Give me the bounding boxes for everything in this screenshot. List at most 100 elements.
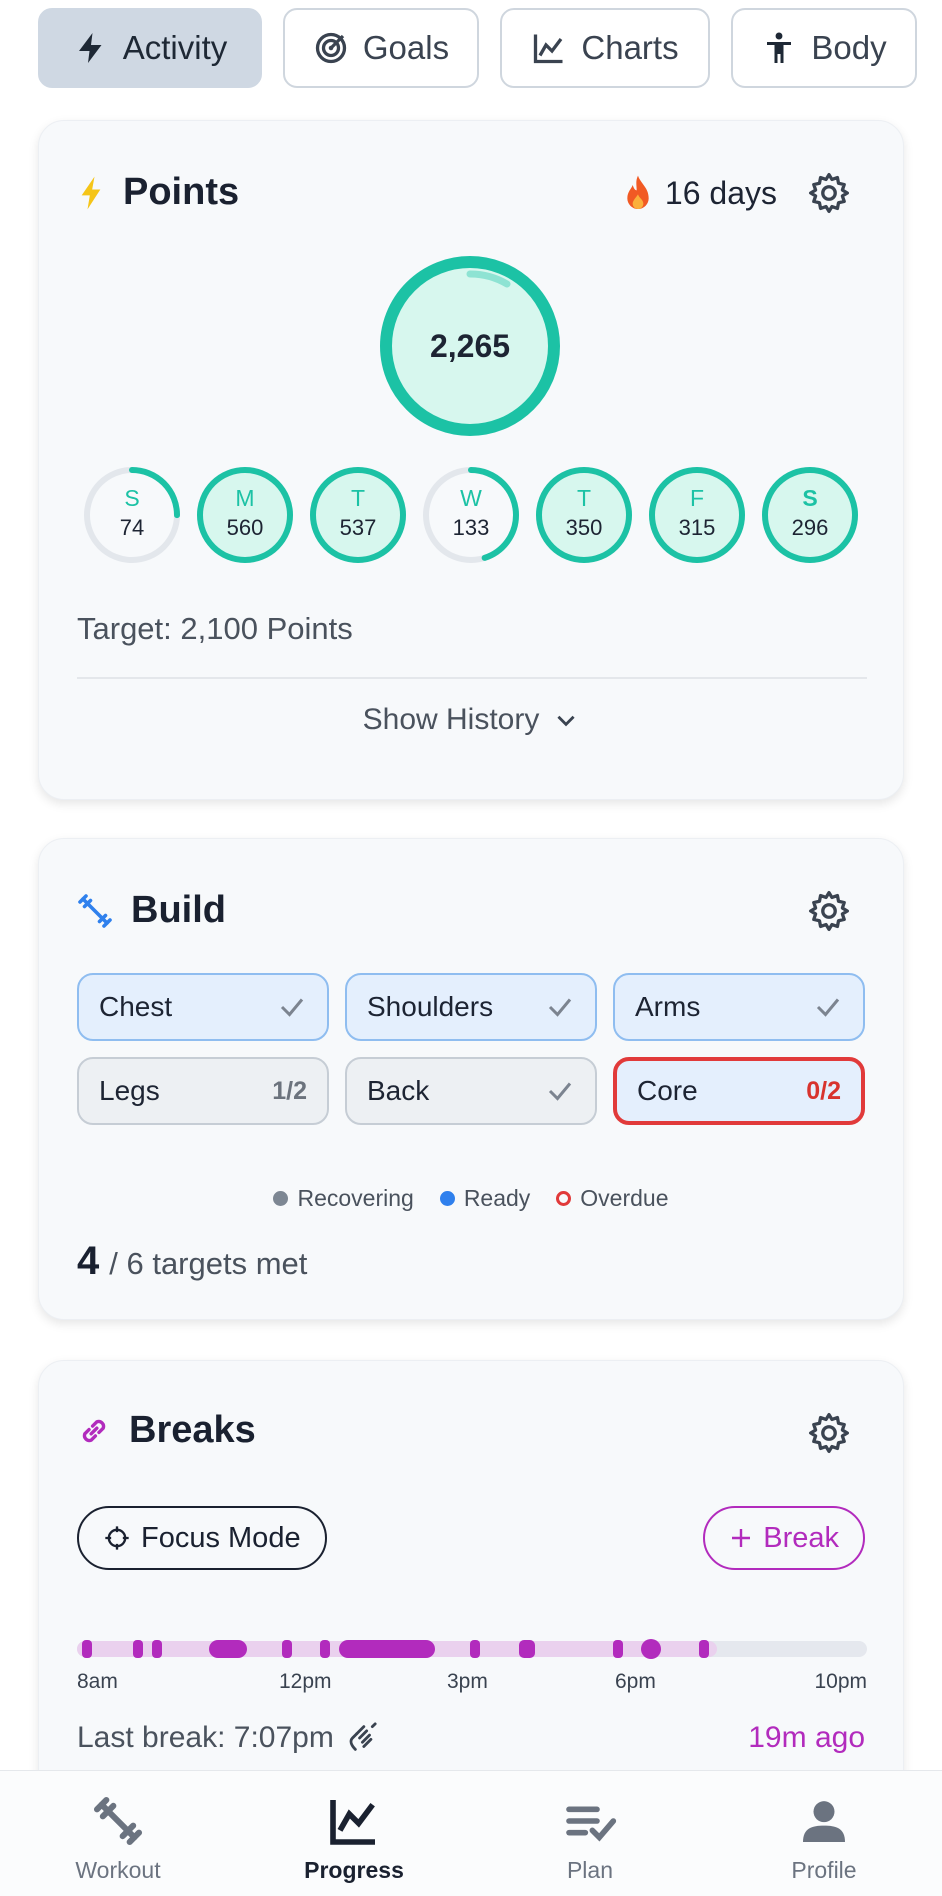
streak-text: 16 days [664, 174, 777, 211]
build-title: Build [131, 889, 226, 931]
timeline-label: 10pm [814, 1670, 867, 1693]
last-break-ago: 19m ago [748, 1721, 865, 1754]
legend-recovering-label: Recovering [297, 1185, 414, 1211]
day-ring[interactable]: M 560 [193, 463, 297, 567]
legend-overdue-label: Overdue [580, 1185, 669, 1211]
muscle-chip-chest[interactable]: Chest [77, 973, 329, 1041]
legend-recovering: Recovering [273, 1185, 414, 1212]
day-value: 74 [119, 515, 145, 540]
target-icon [315, 32, 347, 64]
total-points-value: 2,265 [429, 327, 511, 364]
day-ring[interactable]: W 133 [419, 463, 523, 567]
top-tab-bar: Activity Goals Charts Body [38, 8, 918, 88]
show-history-label: Show History [362, 703, 540, 736]
focus-mode-label: Focus Mode [141, 1521, 301, 1554]
day-value: 133 [452, 515, 490, 540]
checklist-icon [566, 1806, 617, 1842]
gear-icon[interactable] [807, 889, 851, 933]
build-card: Build Chest Shoulders Arms Legs 1/2 Back Core 0… [38, 838, 904, 1320]
tab-activity[interactable]: Activity [38, 8, 262, 88]
tab-charts-label: Charts [581, 29, 679, 66]
timeline-label: 12pm [279, 1670, 332, 1693]
nav-profile-label: Profile [791, 1857, 857, 1883]
day-letter: W [460, 485, 482, 511]
day-ring[interactable]: T 537 [306, 463, 410, 567]
crosshair-icon [105, 1526, 129, 1550]
dumbbell-icon [93, 1796, 143, 1846]
grey-dot-icon [273, 1191, 289, 1206]
muscle-chip-shoulders[interactable]: Shoulders [345, 973, 597, 1041]
points-header: Points [77, 171, 239, 214]
add-break-button[interactable]: Break [703, 1506, 865, 1570]
dumbbell-icon [78, 893, 112, 928]
check-icon [548, 1082, 572, 1101]
tab-goals[interactable]: Goals [283, 8, 479, 88]
chevron-down-icon [557, 715, 575, 727]
progress-chart-icon [330, 1800, 375, 1845]
timeline-labels: 8am 12pm 3pm 6pm 10pm [77, 1670, 867, 1700]
check-icon [280, 998, 304, 1017]
day-letter: S [124, 485, 140, 511]
nav-plan[interactable]: Plan [472, 1771, 708, 1896]
last-break-text: Last break: 7:07pm [77, 1721, 334, 1754]
nav-profile[interactable]: Profile [706, 1771, 942, 1896]
build-legend: Recovering Ready Overdue [39, 1185, 903, 1212]
build-header: Build [77, 889, 226, 932]
tab-charts[interactable]: Charts [500, 8, 710, 88]
breaks-card: Breaks Focus Mode Break 8am 12pm 3pm 6pm… [38, 1360, 904, 1820]
check-icon [816, 998, 840, 1017]
muscle-chip-arms[interactable]: Arms [613, 973, 865, 1041]
day-ring[interactable]: F 315 [645, 463, 749, 567]
blue-dot-icon [439, 1191, 455, 1206]
show-history-button[interactable]: Show History [39, 703, 903, 737]
day-ring[interactable]: S 296 [758, 463, 862, 567]
tab-body[interactable]: Body [731, 8, 917, 88]
nav-progress[interactable]: Progress [236, 1771, 472, 1896]
add-break-label: Break [763, 1521, 839, 1554]
chip-label: Chest [99, 991, 173, 1022]
day-letter: F [689, 485, 705, 511]
bolt-icon [78, 33, 102, 63]
timeline-label: 3pm [447, 1670, 488, 1693]
target-text: Target: 2,100 Points [77, 611, 353, 646]
targets-met-count: 4 [77, 1239, 100, 1283]
legend-ready: Ready [439, 1185, 530, 1212]
chip-count: 1/2 [272, 1076, 307, 1105]
chip-count: 0/2 [806, 1076, 841, 1105]
nav-plan-label: Plan [566, 1857, 614, 1883]
streak-indicator: 16 days [621, 173, 777, 213]
day-value: 537 [339, 515, 377, 540]
focus-mode-button[interactable]: Focus Mode [77, 1506, 327, 1570]
gear-icon[interactable] [807, 171, 851, 215]
tab-goals-label: Goals [362, 29, 450, 66]
day-value: 296 [791, 515, 829, 540]
tab-body-label: Body [811, 29, 887, 66]
chip-label: Back [367, 1075, 430, 1106]
muscle-chip-core[interactable]: Core 0/2 [613, 1057, 865, 1125]
profile-icon [803, 1801, 845, 1842]
bottom-nav: Workout Progress Plan Profile [0, 1770, 942, 1896]
day-ring[interactable]: S 74 [80, 463, 184, 567]
targets-met-text: / 6 targets met [109, 1246, 308, 1281]
plus-icon [732, 1529, 751, 1547]
weekly-days: S 74 M 560 T 537 W 133 T 350 F 315 S 296 [80, 463, 870, 567]
break-timeline [77, 1639, 867, 1659]
day-value: 560 [226, 515, 264, 540]
day-value: 350 [565, 515, 603, 540]
chip-label: Core [637, 1075, 698, 1106]
muscle-chip-back[interactable]: Back [345, 1057, 597, 1125]
nav-workout[interactable]: Workout [0, 1771, 236, 1896]
targets-met: 4 / 6 targets met [77, 1239, 307, 1284]
red-ring-icon [556, 1191, 572, 1206]
chip-label: Legs [99, 1075, 160, 1106]
waving-hand-icon [349, 1722, 377, 1751]
chart-line-icon [534, 34, 563, 64]
fire-icon [627, 175, 649, 209]
chip-label: Arms [635, 991, 701, 1022]
legend-overdue: Overdue [556, 1185, 669, 1212]
bolt-icon [81, 176, 101, 209]
day-ring[interactable]: T 350 [532, 463, 636, 567]
muscle-chip-legs[interactable]: Legs 1/2 [77, 1057, 329, 1125]
gear-icon[interactable] [807, 1411, 851, 1455]
points-title: Points [123, 171, 240, 213]
